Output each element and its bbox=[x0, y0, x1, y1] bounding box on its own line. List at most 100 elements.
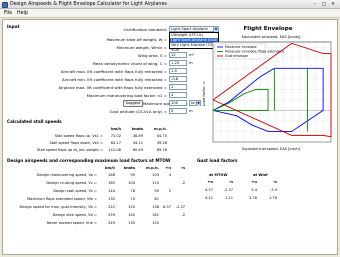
design-row-label: Maximum flaps extended speed, Vfe = bbox=[27, 197, 97, 201]
gust-cell: 1.78 bbox=[268, 196, 277, 200]
design-cell: 140 bbox=[128, 213, 135, 217]
gust-cell: 3.78 bbox=[248, 196, 257, 200]
design-cell: 2 bbox=[168, 189, 171, 193]
gust-col: -n bbox=[228, 180, 233, 184]
chart-x-label-top: Equivalent airspeed, EAS [knots] bbox=[242, 35, 301, 39]
menu-bar: File Help bbox=[0, 9, 340, 18]
clmin-label: Aircraft min. lift coefficient with flap… bbox=[61, 77, 167, 82]
design-row-label: Design maneuvering speed, Va = bbox=[36, 173, 97, 177]
gust-col: +n bbox=[251, 180, 257, 184]
design-cell: 70 bbox=[130, 197, 135, 201]
n1-input[interactable]: 4 bbox=[169, 92, 187, 98]
stall-row-label: Stall speed flaps up at_min.weight = bbox=[36, 148, 103, 152]
stall-cell: 44.75 bbox=[156, 134, 167, 138]
design-cell: 78 bbox=[130, 189, 135, 193]
chart-x-label-bottom: Equivalent airspeed, EAS [km/h] bbox=[242, 147, 301, 151]
design-cell: 222 bbox=[108, 205, 115, 209]
stall-row-label: Stall speed flaps down, Vs0 = bbox=[49, 141, 103, 145]
stall-heading: Calculated stall speeds bbox=[7, 119, 62, 124]
design-cell: 120 bbox=[128, 205, 135, 209]
design-heading: Design airspeeds and corresponding maxim… bbox=[7, 158, 171, 163]
gust-group-wmf: at Wmf bbox=[253, 173, 268, 177]
design-col-kmh: km/h bbox=[104, 166, 115, 170]
max-speed-unit: kn bbox=[191, 101, 196, 105]
min-weight-label: Minimum weight, Wmin = bbox=[116, 45, 167, 50]
gust-alt-input[interactable]: 0 bbox=[169, 108, 187, 114]
close-button[interactable]: ✕ bbox=[329, 2, 337, 8]
mac-unit: m bbox=[189, 61, 193, 65]
gust-col: +n bbox=[207, 180, 213, 184]
design-cell: -2 bbox=[181, 213, 185, 217]
design-col-mph: m.p.h. bbox=[146, 166, 159, 170]
stall-cell: 38.89 bbox=[132, 134, 143, 138]
legend-label: Maneuver envelope bbox=[225, 45, 257, 49]
design-cell: 138 bbox=[152, 205, 159, 209]
stall-cell: 112.08 bbox=[108, 148, 121, 152]
menu-file[interactable]: File bbox=[4, 11, 12, 16]
stall-cell: 60.49 bbox=[132, 148, 143, 152]
max-speed-input[interactable]: 100 bbox=[169, 100, 187, 106]
design-col-minus-n: -n bbox=[180, 166, 185, 170]
design-cell: 249 bbox=[108, 221, 115, 225]
design-cell: 168 bbox=[108, 173, 115, 177]
minimize-button[interactable]: – bbox=[311, 2, 319, 8]
gust-cell: -2.37 bbox=[223, 188, 233, 192]
design-col-knots: knots bbox=[123, 166, 135, 170]
maximize-button[interactable]: □ bbox=[320, 2, 328, 8]
gust-cell: 4.37 bbox=[204, 188, 213, 192]
legend-label: Maneuver envelope (flaps extended) bbox=[225, 50, 284, 54]
flight-envelope-chart: Flight Envelope Equivalent airspeed, EAS… bbox=[202, 26, 332, 151]
design-cell: -2.37 bbox=[175, 205, 185, 209]
clmax-label: Aircraft max. lift coefficient with flap… bbox=[60, 69, 167, 74]
mac-input[interactable]: 1.25 bbox=[169, 60, 187, 66]
stall-row-label: Stall speed flaps up, Vs1 = bbox=[54, 134, 103, 138]
legend-label: Gust envelope bbox=[225, 54, 248, 58]
gust-col: -n bbox=[272, 180, 277, 184]
chart-y-label: Load factor, n bbox=[202, 82, 206, 107]
mtow-label: Maximum take-off weight, W = bbox=[106, 37, 167, 42]
stall-cell: 63.17 bbox=[110, 141, 121, 145]
design-cell: 6.37 bbox=[162, 205, 171, 209]
main-panel: Input Certification standard: Light Spor… bbox=[2, 19, 338, 255]
clmax-flaps-input[interactable]: 2 bbox=[169, 84, 187, 90]
design-cell: 161 bbox=[152, 213, 159, 217]
stall-col-kmh: km/h bbox=[110, 127, 121, 131]
design-cell: 103 bbox=[152, 173, 159, 177]
wing-area-unit: m² bbox=[189, 53, 195, 57]
gust-group-mtow: at MTOW bbox=[209, 173, 228, 177]
gust-alt-unit: m bbox=[189, 109, 193, 113]
gust-heading: Gust load factors bbox=[197, 158, 238, 163]
gust-cell: 1.11 bbox=[224, 196, 233, 200]
design-row-label: Design speed for max. gust intensity, Vb… bbox=[19, 205, 98, 209]
design-cell: 135 bbox=[128, 221, 135, 225]
design-cell: 130 bbox=[108, 197, 115, 201]
input-heading: Input bbox=[7, 24, 20, 29]
design-cell: 90 bbox=[130, 173, 135, 177]
n1-label: Maximum maneuvering load factor, n1 = bbox=[86, 93, 167, 98]
design-cell: 4 bbox=[168, 173, 171, 177]
max-speed-label: Maximum speed, VH = bbox=[143, 101, 188, 106]
app-icon bbox=[2, 1, 8, 8]
clmax-flaps-label: Airplane max. lift coefficient with flap… bbox=[58, 85, 167, 90]
gust-cell: 3.11 bbox=[204, 196, 213, 200]
clmin-input[interactable]: -0.8 bbox=[169, 76, 187, 82]
design-cell: 144 bbox=[108, 189, 115, 193]
menu-help[interactable]: Help bbox=[17, 11, 28, 16]
wing-area-label: Wing area, S = bbox=[137, 53, 167, 58]
design-cell: 185 bbox=[108, 181, 115, 185]
cert-label: Certification standard: bbox=[123, 27, 167, 32]
clmax-input[interactable]: 1.5 bbox=[169, 68, 187, 74]
wing-area-input[interactable]: 12 bbox=[169, 52, 187, 58]
suggest-button[interactable]: Suggest bbox=[123, 100, 143, 107]
stall-cell: 72.02 bbox=[110, 134, 121, 138]
design-cell: 100 bbox=[128, 181, 135, 185]
gust-alt-label: Gust altitude (CS-VLA only) = bbox=[109, 109, 167, 114]
gust-cell: 5.4 bbox=[251, 188, 257, 192]
stall-cell: 39.26 bbox=[156, 141, 167, 145]
design-cell: 259 bbox=[108, 213, 115, 217]
stall-col-mph: m.p.h. bbox=[154, 127, 167, 131]
stall-cell: 34.11 bbox=[132, 141, 143, 145]
design-cell: -2 bbox=[181, 181, 185, 185]
design-cell: 115 bbox=[152, 181, 159, 185]
gust-cell: -3.4 bbox=[269, 188, 277, 192]
